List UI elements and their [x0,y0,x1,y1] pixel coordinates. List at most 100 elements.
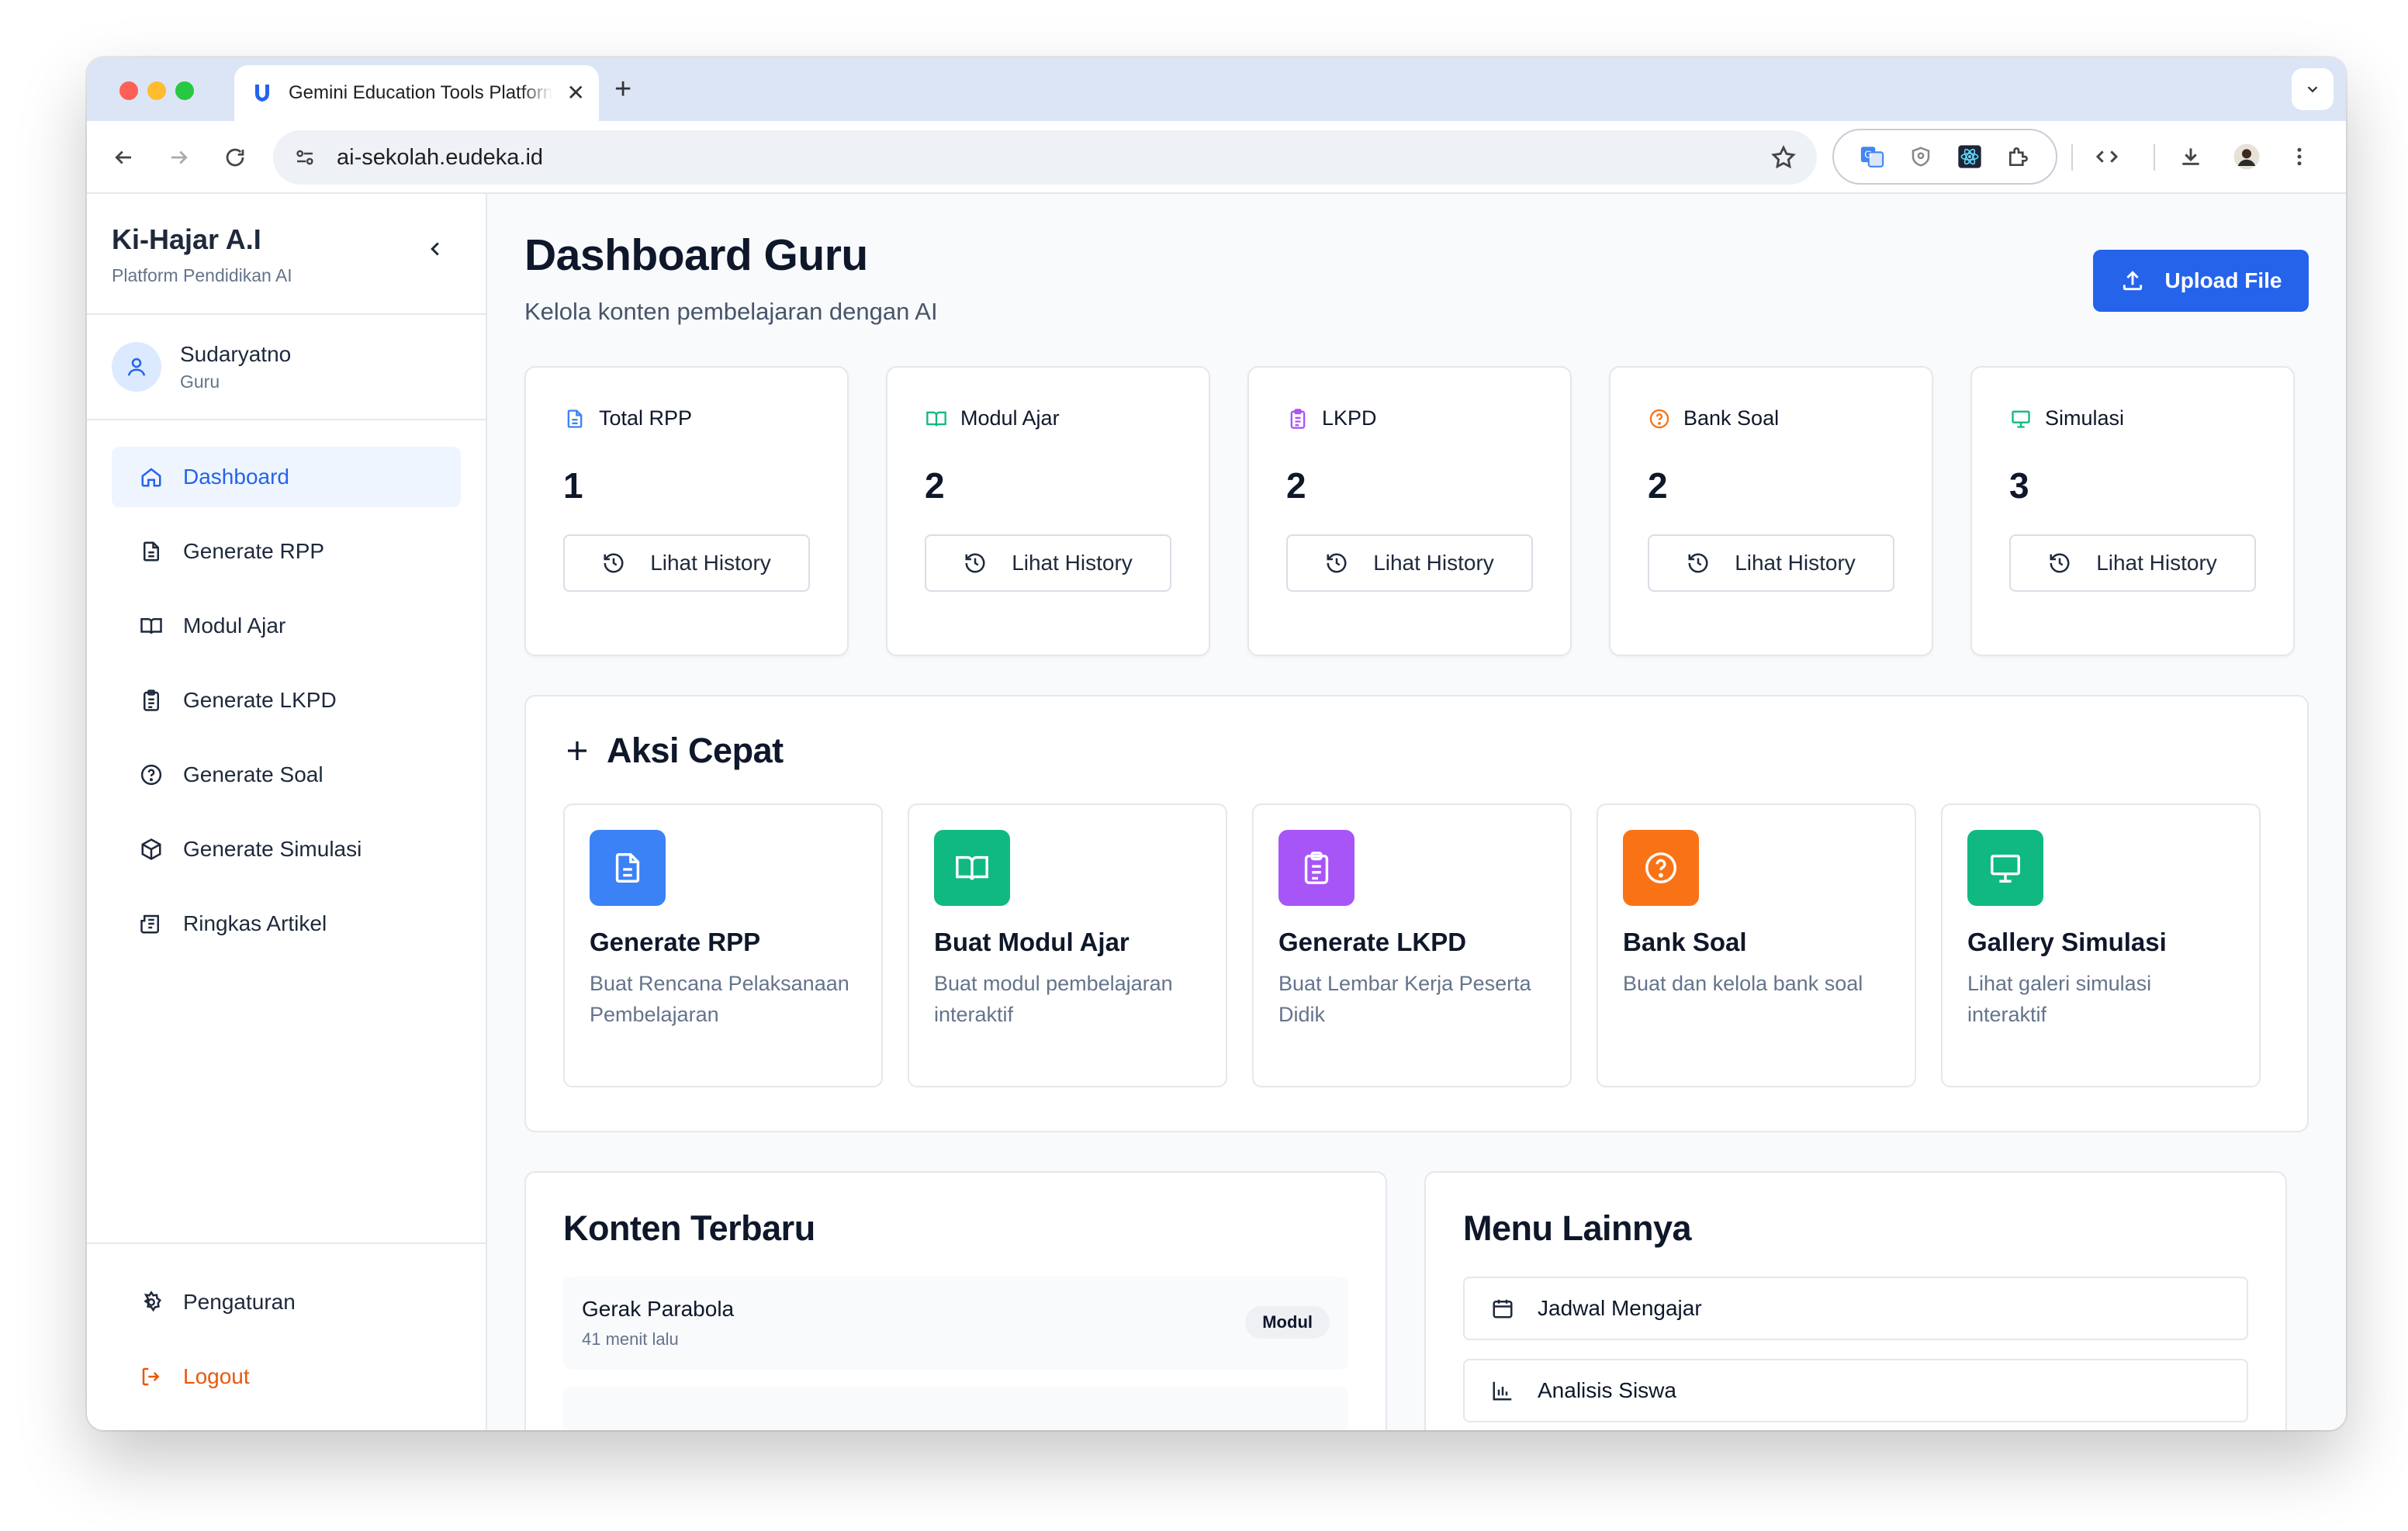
sidebar-item-generate-soal[interactable]: Generate Soal [112,745,461,805]
browser-menu-icon[interactable] [2282,140,2316,174]
sidebar-item-label: Generate RPP [183,539,325,563]
question-circle-icon [138,762,164,788]
url-text: ai-sekolah.eudeka.id [337,144,544,170]
view-history-label: Lihat History [1373,551,1494,575]
tab-search-button[interactable] [2292,68,2334,110]
question-circle-icon [1623,830,1699,906]
sidebar-item-ringkas-artikel[interactable]: Ringkas Artikel [112,893,461,954]
maximize-window-button[interactable] [175,81,194,100]
view-history-button[interactable]: Lihat History [1286,534,1533,592]
stat-card-bank-soal: Bank Soal 2 Lihat History [1609,366,1933,656]
sidebar-item-label: Generate Soal [183,762,323,786]
sidebar-item-generate-lkpd[interactable]: Generate LKPD [112,670,461,731]
upload-icon [2120,268,2145,293]
address-bar[interactable]: ai-sekolah.eudeka.id [273,130,1817,185]
reload-icon[interactable] [219,141,251,174]
shield-extension-icon[interactable] [1909,145,1932,168]
stat-value: 1 [563,465,583,506]
stat-label: Total RPP [599,406,693,430]
question-circle-icon [1648,407,1671,430]
view-history-button[interactable]: Lihat History [925,534,1171,592]
new-tab-icon[interactable]: + [614,74,631,104]
document-icon [138,538,164,565]
svg-text:G: G [1864,149,1872,161]
view-history-button[interactable]: Lihat History [1648,534,1894,592]
stat-value: 2 [925,465,945,506]
user-role: Guru [180,371,220,392]
menu-item-jadwal-mengajar[interactable]: Jadwal Mengajar [1463,1277,2248,1340]
history-icon [964,551,987,575]
download-icon[interactable] [2174,140,2208,174]
browser-window: Gemini Education Tools Platform ✕ + ai-s… [87,57,2346,1430]
action-description: Buat Rencana Pelaksanaan Pembelajaran [590,972,849,1026]
react-devtools-icon[interactable] [1957,144,1982,169]
document-icon [563,407,586,430]
sidebar-item-modul-ajar[interactable]: Modul Ajar [112,596,461,656]
book-icon [138,613,164,639]
site-info-icon[interactable] [293,146,317,169]
forward-icon[interactable] [163,141,195,174]
minimize-window-button[interactable] [147,81,166,100]
sidebar-item-label: Generate Simulasi [183,837,362,861]
sidebar-item-label: Ringkas Artikel [183,911,327,935]
puzzle-extensions-icon[interactable] [2006,144,2031,169]
list-item[interactable]: Gerak Parabola 41 menit lalu Modul [563,1277,1348,1370]
sidebar: Ki-Hajar A.I Platform Pendidikan AI Suda… [87,194,487,1430]
extensions-group: G [1832,129,2057,185]
history-icon [1325,551,1348,575]
sidebar-item-dashboard[interactable]: Dashboard [112,447,461,507]
page-subtitle: Kelola konten pembelajaran dengan AI [524,298,938,325]
action-description: Lihat galeri simulasi interaktif [1967,972,2152,1026]
tab-close-icon[interactable]: ✕ [567,82,585,104]
stat-value: 3 [2009,465,2029,506]
collapse-sidebar-icon[interactable] [424,237,447,264]
bookmark-star-icon[interactable] [1770,144,1797,175]
action-card-gallery-simulasi[interactable]: Gallery Simulasi Lihat galeri simulasi i… [1941,804,2261,1087]
logout-button[interactable]: Logout [112,1346,461,1407]
view-history-button[interactable]: Lihat History [2009,534,2256,592]
action-card-buat-modul-ajar[interactable]: Buat Modul Ajar Buat modul pembelajaran … [908,804,1227,1087]
action-card-generate-rpp[interactable]: Generate RPP Buat Rencana Pelaksanaan Pe… [563,804,883,1087]
user-profile[interactable]: Sudaryatno Guru [87,315,486,420]
action-card-generate-lkpd[interactable]: Generate LKPD Buat Lembar Kerja Peserta … [1252,804,1572,1087]
history-icon [2048,551,2071,575]
code-icon[interactable] [2090,140,2124,174]
sidebar-item-settings[interactable]: Pengaturan [112,1272,461,1332]
upload-file-button[interactable]: Upload File [2093,250,2309,312]
action-title: Generate LKPD [1278,928,1467,956]
quick-actions-heading: Aksi Cepat [607,731,784,770]
list-item[interactable] [563,1387,1348,1430]
close-window-button[interactable] [119,81,138,100]
view-history-label: Lihat History [1012,551,1133,575]
menu-item-label: Jadwal Mengajar [1538,1296,1702,1320]
action-description: Buat Lembar Kerja Peserta Didik [1278,972,1531,1026]
view-history-button[interactable]: Lihat History [563,534,810,592]
menu-item-analisis-siswa[interactable]: Analisis Siswa [1463,1359,2248,1422]
user-name: Sudaryatno [180,341,292,366]
menu-item-label: Analisis Siswa [1538,1378,1676,1402]
view-history-label: Lihat History [2096,551,2217,575]
stat-value: 2 [1648,465,1668,506]
action-title: Buat Modul Ajar [934,928,1130,956]
sidebar-item-generate-simulasi[interactable]: Generate Simulasi [112,819,461,880]
profile-avatar-icon[interactable] [2230,140,2264,174]
clipboard-icon [1286,407,1310,430]
content-type-badge: Modul [1245,1306,1330,1339]
quick-actions-section: Aksi Cepat Generate RPP Buat Rencana Pel… [524,695,2309,1132]
newspaper-icon [138,911,164,937]
stat-card-lkpd: LKPD 2 Lihat History [1247,366,1572,656]
action-description: Buat modul pembelajaran interaktif [934,972,1173,1026]
sidebar-item-generate-rpp[interactable]: Generate RPP [112,521,461,582]
sidebar-nav: Dashboard Generate RPP Modul Ajar Genera… [87,420,486,954]
translate-extension-icon[interactable]: G [1859,143,1885,170]
action-card-bank-soal[interactable]: Bank Soal Buat dan kelola bank soal [1597,804,1916,1087]
content-time: 41 menit lalu [582,1329,679,1349]
action-title: Gallery Simulasi [1967,928,2167,956]
back-icon[interactable] [107,141,140,174]
browser-tab[interactable]: Gemini Education Tools Platform ✕ [234,65,599,121]
sidebar-item-label: Generate LKPD [183,688,337,712]
clipboard-icon [138,687,164,714]
app: Ki-Hajar A.I Platform Pendidikan AI Suda… [87,194,2346,1430]
bottom-panels: Konten Terbaru Gerak Parabola 41 menit l… [524,1171,2309,1430]
content-title: Gerak Parabola [582,1297,735,1321]
